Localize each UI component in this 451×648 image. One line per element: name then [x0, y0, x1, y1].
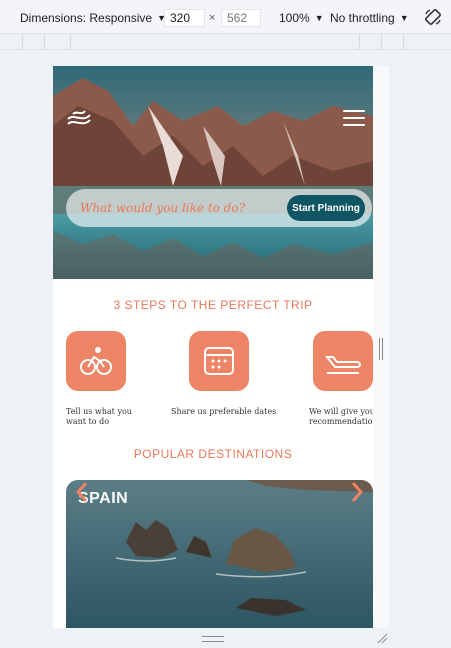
width-input[interactable] [164, 9, 205, 27]
bicycle-icon [66, 331, 126, 391]
chevron-down-icon: ▼ [314, 13, 324, 23]
devtools-toolbar: Dimensions: Responsive ▼ × 100% ▼ No thr… [0, 0, 451, 34]
throttling-label: No throttling [330, 11, 395, 25]
chevron-right-icon[interactable] [349, 480, 365, 504]
hamburger-menu-icon[interactable] [343, 110, 365, 128]
plane-icon [313, 331, 373, 391]
step-1-line-1: Tell us what you [66, 407, 132, 416]
hero-mountain-image [53, 66, 373, 279]
zoom-dropdown[interactable]: 100% ▼ [279, 11, 324, 25]
step-2-text: Share us preferable dates [171, 407, 276, 417]
destination-card-spain[interactable]: SPAIN [66, 480, 373, 628]
dimensions-label: Dimensions: Responsive [20, 11, 153, 25]
steps-heading: 3 STEPS TO THE PERFECT TRIP [113, 298, 313, 312]
media-query-ruler [0, 34, 451, 50]
rotate-icon[interactable] [424, 8, 442, 26]
scrollbar-thumb[interactable] [379, 338, 383, 360]
step-3-line-2: recommendation [309, 417, 373, 426]
logo-icon[interactable] [65, 106, 93, 130]
chevron-left-icon[interactable] [74, 480, 90, 504]
step-1-line-2: want to do [66, 417, 110, 426]
search-bar[interactable]: What would you like to do? Start Plannin… [66, 189, 372, 227]
calendar-icon [189, 331, 249, 391]
search-input[interactable]: What would you like to do? [80, 201, 245, 215]
step-3-text: We will give you recommendation [309, 407, 373, 427]
throttling-dropdown[interactable]: No throttling ▼ [330, 11, 409, 25]
hero-section: What would you like to do? Start Plannin… [53, 66, 373, 279]
destinations-heading: POPULAR DESTINATIONS [133, 447, 293, 461]
times-symbol: × [209, 12, 216, 24]
device-viewport: What would you like to do? Start Plannin… [53, 66, 373, 628]
step-2-line-1: Share us preferable dates [171, 407, 277, 416]
step-3-line-1: We will give you [309, 407, 373, 416]
height-resize-handle[interactable] [202, 636, 224, 642]
chevron-down-icon: ▼ [399, 13, 409, 23]
dimensions-dropdown[interactable]: Dimensions: Responsive ▼ [20, 11, 166, 25]
zoom-label: 100% [279, 11, 310, 25]
start-planning-button[interactable]: Start Planning [287, 195, 365, 221]
step-1-text: Tell us what you want to do [66, 407, 132, 427]
height-input[interactable] [221, 9, 261, 27]
resize-corner-icon[interactable] [376, 632, 388, 644]
